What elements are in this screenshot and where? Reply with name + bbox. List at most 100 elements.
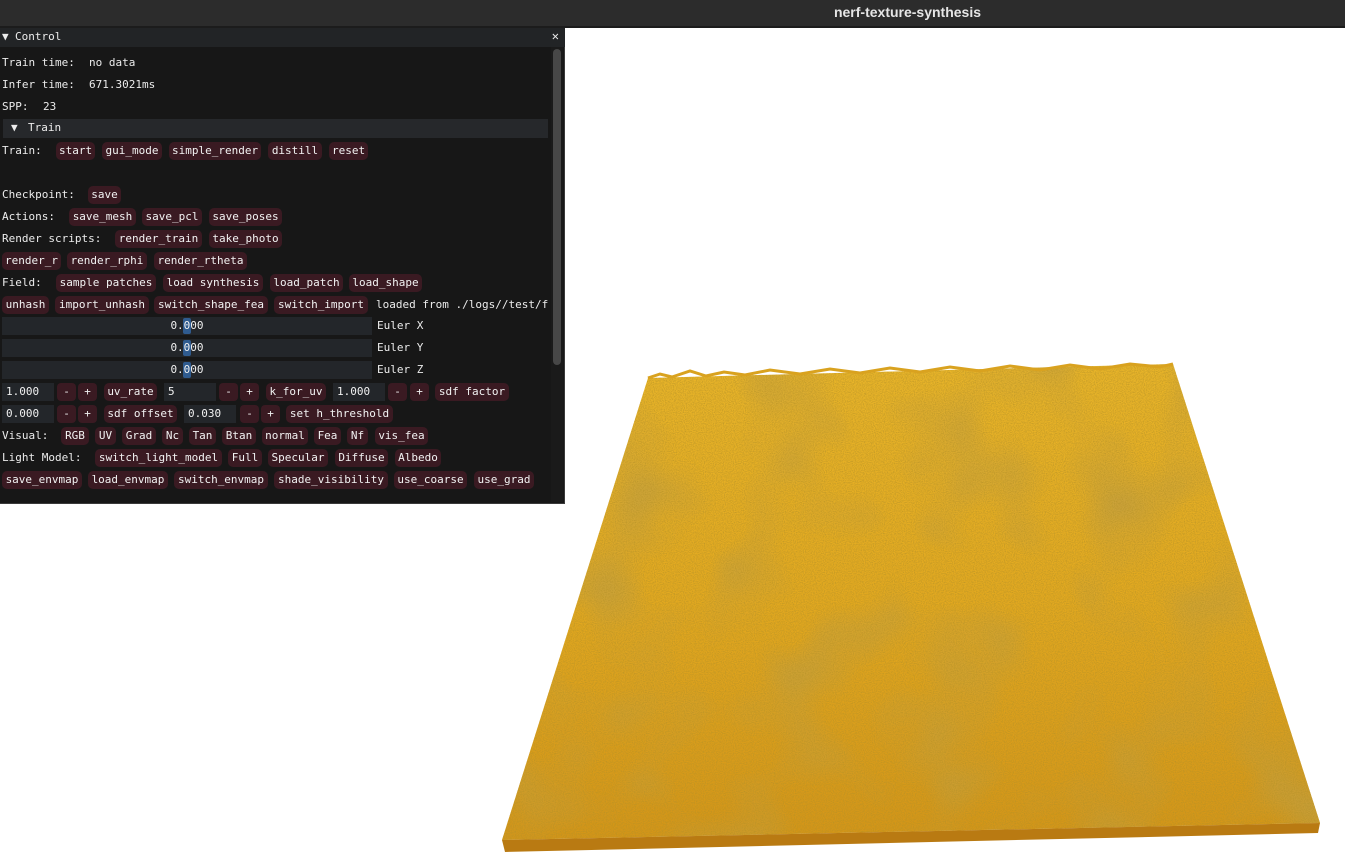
train-section-header[interactable]: ▼ Train [3,119,548,138]
visual-vis-fea-button[interactable]: vis_fea [375,427,428,445]
render-rtheta-button[interactable]: render_rtheta [154,252,247,270]
import-row: unhash import_unhash switch_shape_fea sw… [0,295,550,315]
distill-button[interactable]: distill [268,142,322,160]
switch-shape-fea-button[interactable]: switch_shape_fea [154,296,268,314]
reset-button[interactable]: reset [329,142,368,160]
field-label: Field: [2,276,42,289]
uv-rate-input[interactable]: 5 [164,383,216,401]
euler-x-slider[interactable]: 0.000 [2,317,372,335]
sample-patches-button[interactable]: sample patches [56,274,156,292]
k-for-uv-button[interactable]: k_for_uv [266,383,326,401]
actions-label: Actions: [2,210,55,223]
decrement-button[interactable]: - [57,405,76,423]
load-envmap-button[interactable]: load_envmap [88,471,168,489]
switch-import-button[interactable]: switch_import [274,296,368,314]
use-grad-button[interactable]: use_grad [474,471,534,489]
light-model-row: Light Model: switch_light_model Full Spe… [0,448,550,468]
save-checkpoint-button[interactable]: save [88,186,121,204]
checkpoint-label: Checkpoint: [2,188,75,201]
sdf-offset-value-input[interactable]: 0.000 [2,405,54,423]
use-coarse-button[interactable]: use_coarse [394,471,467,489]
euler-x-value: 0.000 [170,319,204,332]
take-photo-button[interactable]: take_photo [209,230,282,248]
visual-tan-button[interactable]: Tan [189,427,216,445]
decrement-button[interactable]: - [240,405,259,423]
euler-z-row: 0.000 Euler Z [0,360,550,380]
switch-envmap-button[interactable]: switch_envmap [174,471,268,489]
scale-input[interactable]: 1.000 [2,383,54,401]
euler-z-slider[interactable]: 0.000 [2,361,372,379]
light-albedo-button[interactable]: Albedo [395,449,441,467]
render-rphi-button[interactable]: render_rphi [67,252,147,270]
checkpoint-row: Checkpoint: save [0,185,550,205]
params-row-1: 1.000 - + uv_rate 5 - + k_for_uv 1.000 -… [0,382,550,402]
start-button[interactable]: start [56,142,95,160]
train-time-value: no data [89,56,136,69]
visual-btan-button[interactable]: Btan [222,427,256,445]
sdf-offset-button[interactable]: sdf offset [104,405,177,423]
set-h-threshold-button[interactable]: set h_threshold [286,405,393,423]
train-row: Train: start gui_mode simple_render dist… [0,141,550,161]
k-for-uv-input[interactable]: 1.000 [333,383,385,401]
visual-nf-button[interactable]: Nf [347,427,368,445]
save-pcl-button[interactable]: save_pcl [142,208,202,226]
field-row: Field: sample patches load synthesis loa… [0,273,550,293]
h-threshold-input[interactable]: 0.030 [184,405,236,423]
params-row-2: 0.000 - + sdf offset 0.030 - + set h_thr… [0,404,550,424]
increment-button[interactable]: + [240,383,259,401]
visual-grad-button[interactable]: Grad [122,427,156,445]
euler-x-row: 0.000 Euler X [0,316,550,336]
increment-button[interactable]: + [410,383,429,401]
train-label: Train: [2,144,42,157]
render-r-button[interactable]: render_r [2,252,61,270]
triangle-down-icon[interactable]: ▼ [2,30,9,43]
euler-y-value: 0.000 [170,341,204,354]
window-titlebar: nerf-texture-synthesis [0,0,1345,28]
gui-mode-button[interactable]: gui_mode [102,142,162,160]
infer-time-label: Infer time: [2,78,75,91]
light-full-button[interactable]: Full [228,449,262,467]
increment-button[interactable]: + [78,383,97,401]
euler-y-label: Euler Y [377,341,424,354]
increment-button[interactable]: + [261,405,280,423]
control-window-titlebar[interactable]: ▼ Control ✕ [0,28,565,47]
decrement-button[interactable]: - [219,383,238,401]
decrement-button[interactable]: - [57,383,76,401]
switch-light-model-button[interactable]: switch_light_model [95,449,222,467]
render-train-button[interactable]: render_train [115,230,202,248]
decrement-button[interactable]: - [388,383,407,401]
spp-value: 23 [43,100,57,113]
shade-visibility-button[interactable]: shade_visibility [274,471,388,489]
load-shape-button[interactable]: load_shape [349,274,422,292]
save-envmap-button[interactable]: save_envmap [2,471,82,489]
light-diffuse-button[interactable]: Diffuse [335,449,388,467]
spp-label: SPP: [2,100,29,113]
visual-nc-button[interactable]: Nc [162,427,183,445]
visual-fea-button[interactable]: Fea [314,427,341,445]
render-scripts-row: Render scripts: render_train take_photo [0,229,550,249]
increment-button[interactable]: + [78,405,97,423]
save-mesh-button[interactable]: save_mesh [69,208,136,226]
unhash-button[interactable]: unhash [2,296,49,314]
import-status-text: loaded from ./logs//test/f [376,298,549,311]
save-poses-button[interactable]: save_poses [209,208,282,226]
sdf-factor-button[interactable]: sdf factor [435,383,509,401]
load-patch-button[interactable]: load_patch [270,274,343,292]
load-synthesis-button[interactable]: load synthesis [163,274,263,292]
scrollbar-thumb[interactable] [553,49,561,365]
close-x-icon[interactable]: ✕ [552,29,559,43]
actions-row: Actions: save_mesh save_pcl save_poses [0,207,550,227]
visual-uv-button[interactable]: UV [95,427,116,445]
visual-normal-button[interactable]: normal [262,427,308,445]
visual-rgb-button[interactable]: RGB [61,427,89,445]
control-window[interactable]: ▼ Control ✕ Train time: no data Infer ti… [0,28,565,504]
render-row: render_r render_rphi render_rtheta [0,251,550,271]
euler-y-slider[interactable]: 0.000 [2,339,372,357]
euler-z-label: Euler Z [377,363,424,376]
import-unhash-button[interactable]: import_unhash [55,296,149,314]
simple-render-button[interactable]: simple_render [169,142,261,160]
euler-x-label: Euler X [377,319,424,332]
terrain-grain [502,364,1320,840]
uv-rate-button[interactable]: uv_rate [104,383,157,401]
light-specular-button[interactable]: Specular [268,449,328,467]
